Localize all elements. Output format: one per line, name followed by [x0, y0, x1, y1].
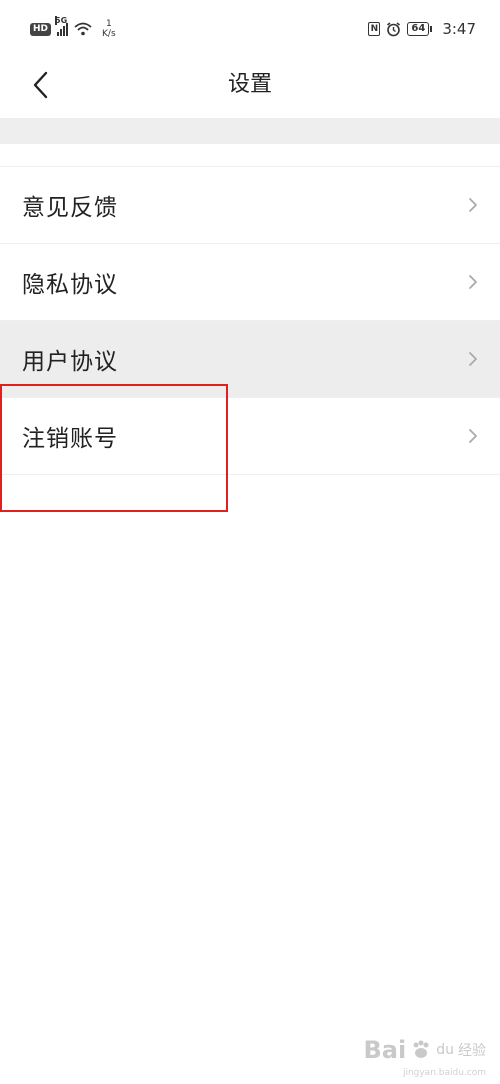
paw-icon — [413, 1040, 429, 1058]
network-type: 5G — [55, 16, 68, 25]
watermark-url: jingyan.baidu.com — [402, 1068, 486, 1078]
settings-item-delete-account[interactable]: 注销账号 — [0, 398, 500, 475]
nav-bar: 设置 — [0, 58, 500, 114]
watermark-suffix: 经验 — [458, 1043, 486, 1059]
chevron-right-icon — [469, 352, 477, 366]
wifi-icon — [74, 22, 92, 36]
settings-item-label: 意见反馈 — [22, 195, 118, 221]
chevron-right-icon — [469, 429, 477, 443]
alarm-icon — [387, 21, 401, 36]
chevron-right-icon — [469, 198, 477, 212]
section-divider — [0, 118, 500, 144]
settings-item-label: 隐私协议 — [22, 272, 118, 298]
settings-item-feedback[interactable]: 意见反馈 — [0, 167, 500, 244]
clock: 3:47 — [442, 20, 476, 38]
hd-icon: HD — [30, 22, 52, 36]
page-title: 设置 — [227, 72, 272, 97]
watermark-logo: Bai du 经验 — [364, 1036, 486, 1064]
speed-unit: K/s — [102, 29, 116, 39]
settings-list: 意见反馈 隐私协议 用户协议 注销账号 — [0, 166, 500, 475]
nfc-icon: N — [368, 22, 381, 36]
battery-icon: 64 — [407, 22, 433, 36]
status-bar-left: HD 5G 1 K/s — [30, 16, 116, 39]
chevron-right-icon — [469, 275, 477, 289]
settings-item-privacy[interactable]: 隐私协议 — [0, 244, 500, 321]
watermark-brand: Bai — [363, 1036, 407, 1064]
network-speed: 1 K/s — [102, 19, 116, 39]
settings-item-label: 注销账号 — [22, 426, 118, 452]
settings-item-label: 用户协议 — [22, 349, 118, 375]
settings-item-user-agreement[interactable]: 用户协议 — [0, 321, 500, 398]
status-bar: HD 5G 1 K/s N 64 3:47 — [0, 0, 500, 58]
speed-value: 1 — [105, 19, 112, 29]
watermark-paw-text: du — [436, 1042, 454, 1058]
status-bar-right: N 64 3:47 — [368, 20, 476, 38]
battery-level: 64 — [407, 22, 430, 36]
signal-icon: 5G — [55, 16, 69, 36]
